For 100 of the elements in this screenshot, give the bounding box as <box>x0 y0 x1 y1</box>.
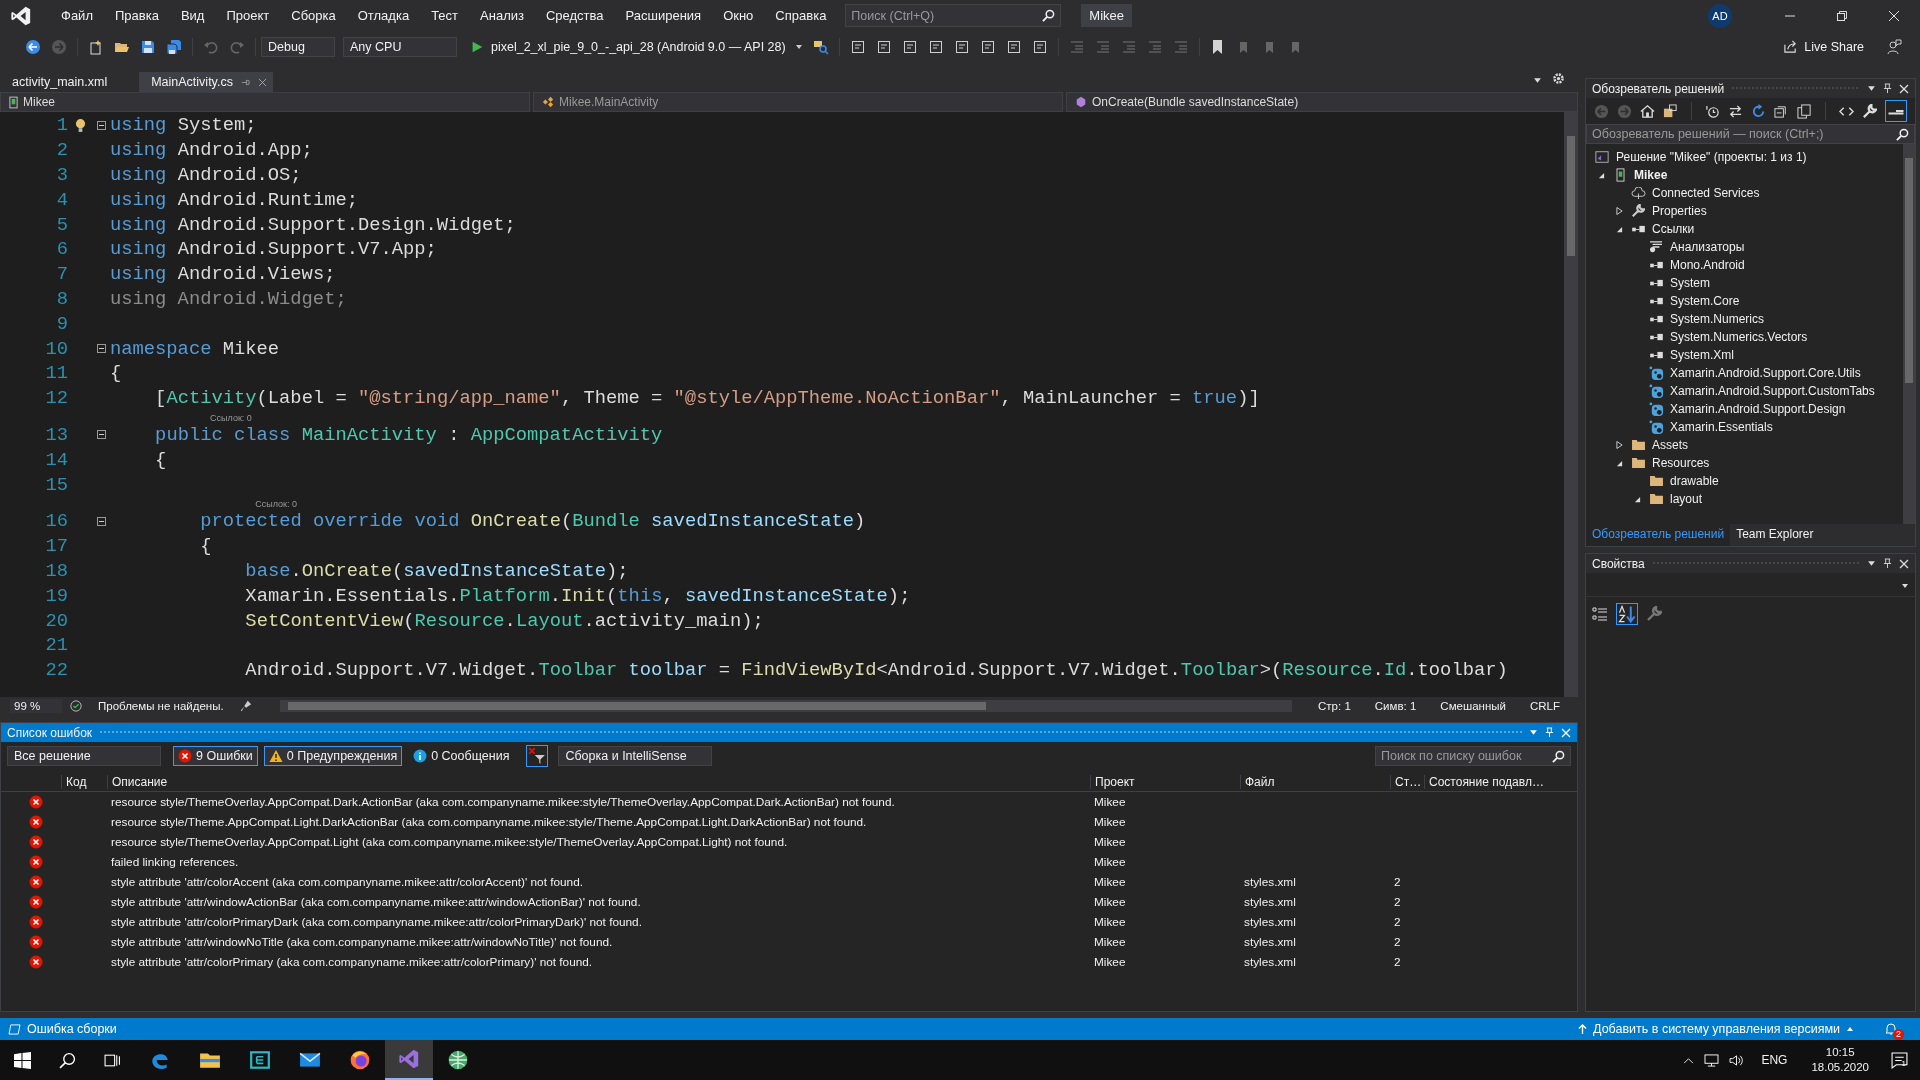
tree-item[interactable]: Xamarin.Android.Support.Design <box>1670 402 1846 416</box>
language-indicator[interactable]: ENG <box>1761 1053 1788 1067</box>
tree-item[interactable]: Connected Services <box>1652 186 1760 200</box>
panel-tab[interactable]: Обозреватель решений <box>1586 524 1731 546</box>
menu-item[interactable]: Вид <box>169 8 216 23</box>
expanded-arrow-icon[interactable] <box>1597 171 1605 179</box>
menu-item[interactable]: Средства <box>534 8 615 23</box>
collapse-icon[interactable] <box>96 344 106 354</box>
windows-start-icon[interactable] <box>14 1051 31 1069</box>
search-field[interactable]: Поиск (Ctrl+Q) <box>845 4 1062 27</box>
column-header[interactable]: Описание <box>107 774 1090 789</box>
tree-item[interactable]: Mikee <box>1634 168 1668 182</box>
clock[interactable]: 10:15 18.05.2020 <box>1811 1045 1869 1075</box>
menu-item[interactable]: Тест <box>420 8 470 23</box>
refresh-icon[interactable] <box>1751 103 1766 119</box>
save-icon[interactable] <box>140 38 156 55</box>
filter-toggle[interactable]: 0 Сообщения <box>408 746 515 766</box>
collapse-icon[interactable] <box>96 430 106 440</box>
history-icon[interactable] <box>1705 103 1720 119</box>
tree-item[interactable]: Ссылки <box>1652 222 1695 236</box>
document-tab[interactable]: activity_main.xml <box>0 72 120 92</box>
scrollbar[interactable] <box>1903 144 1915 524</box>
menu-item[interactable]: Проект <box>215 8 281 23</box>
toolbar-icon[interactable] <box>1005 38 1022 55</box>
member-dropdown[interactable]: OnCreate(Bundle savedInstanceState) <box>1066 92 1578 112</box>
notification-center-button[interactable]: 1 <box>1891 1051 1908 1069</box>
tree-item[interactable]: Анализаторы <box>1670 240 1745 254</box>
column-header[interactable]: Проект <box>1090 774 1240 789</box>
home-icon[interactable] <box>1640 103 1655 119</box>
collapse-all-icon[interactable] <box>1774 103 1789 119</box>
menu-item[interactable]: Правка <box>103 8 170 23</box>
taskbar-app-button[interactable] <box>385 1040 433 1080</box>
tree-item[interactable]: System.Core <box>1670 294 1740 308</box>
user-avatar[interactable]: AD <box>1708 3 1732 28</box>
caret-up-icon[interactable] <box>1846 1025 1854 1033</box>
play-icon[interactable] <box>470 39 484 54</box>
brush-icon[interactable] <box>239 700 252 712</box>
tree-item[interactable]: Xamarin.Android.Support.CustomTabs <box>1670 384 1875 398</box>
sync-icon[interactable] <box>1728 103 1743 119</box>
dropdown-caret-icon[interactable] <box>1529 728 1538 737</box>
menu-item[interactable]: Справка <box>764 8 838 23</box>
menu-item[interactable]: Файл <box>50 8 104 23</box>
toolbar-icon[interactable] <box>953 38 970 55</box>
restore-icon[interactable] <box>1836 9 1848 22</box>
project-dropdown[interactable]: Mikee <box>0 92 530 112</box>
zoom-dropdown[interactable]: 99 % <box>10 699 62 713</box>
tree-item[interactable]: Properties <box>1652 204 1707 218</box>
new-project-icon[interactable] <box>88 38 104 55</box>
expanded-arrow-icon[interactable] <box>1633 495 1641 503</box>
tree-item[interactable]: Xamarin.Android.Support.Core.Utils <box>1670 366 1861 380</box>
switch-views-icon[interactable] <box>1663 103 1678 119</box>
codelens-reference-count[interactable]: Ссылок: 0 <box>255 498 297 509</box>
search-field[interactable]: Поиск по списку ошибок <box>1375 746 1571 766</box>
settings-icon[interactable] <box>1552 72 1565 85</box>
toolbar-icon[interactable] <box>849 38 866 55</box>
type-dropdown[interactable]: Mikee.MainActivity <box>533 92 1063 112</box>
tree-item[interactable]: layout <box>1670 492 1703 506</box>
lightbulb-icon[interactable] <box>74 117 86 133</box>
configuration-dropdown[interactable]: Debug <box>261 36 335 57</box>
tree-item[interactable]: System.Numerics.Vectors <box>1670 330 1808 344</box>
categorized-icon[interactable] <box>1592 606 1608 622</box>
tree-item[interactable]: System.Numerics <box>1670 312 1764 326</box>
scope-dropdown[interactable]: Все решение <box>7 746 161 766</box>
back-icon[interactable] <box>25 38 41 55</box>
browser-icon[interactable] <box>349 1049 371 1071</box>
search-field[interactable]: Обозреватель решений — поиск (Ctrl+;) <box>1586 124 1915 144</box>
dropdown-caret-icon[interactable] <box>1867 559 1876 568</box>
expanded-arrow-icon[interactable] <box>1615 225 1623 233</box>
tree-item[interactable]: Resources <box>1652 456 1710 470</box>
save-all-icon[interactable] <box>166 38 182 55</box>
globe-icon[interactable] <box>447 1049 469 1071</box>
tree-item[interactable]: System <box>1670 276 1710 290</box>
collapsed-arrow-icon[interactable] <box>1615 440 1623 450</box>
collapse-icon[interactable] <box>96 516 106 526</box>
platform-dropdown[interactable]: Any CPU <box>343 36 457 57</box>
feedback-icon[interactable] <box>1886 38 1902 55</box>
menu-item[interactable]: Расширения <box>614 8 713 23</box>
filter-toggle[interactable]: 0 Предупреждения <box>263 746 403 766</box>
filter-toggle[interactable]: 9 Ошибки <box>173 746 258 766</box>
chevron-up-icon[interactable] <box>1683 1056 1695 1064</box>
column-header[interactable]: Код <box>61 774 107 789</box>
dropdown-caret-icon[interactable] <box>1533 76 1542 85</box>
codelens-reference-count[interactable]: Ссылок: 0 <box>210 412 252 423</box>
menu-item[interactable]: Окно <box>712 8 765 23</box>
issues-status[interactable]: Проблемы не найдены. <box>98 700 224 712</box>
column-header[interactable]: Файл <box>1240 774 1390 789</box>
column-header[interactable]: Состояние подавл… <box>1424 774 1544 789</box>
source-dropdown[interactable]: Сборка и IntelliSense <box>558 746 713 766</box>
filter-icon[interactable] <box>526 745 549 767</box>
scrollbar[interactable] <box>1564 112 1578 697</box>
toolbar-icon[interactable] <box>927 38 944 55</box>
toolbar-icon[interactable] <box>979 38 996 55</box>
scrollbar[interactable] <box>279 700 1293 712</box>
search-icon[interactable] <box>59 1051 76 1069</box>
line-endings-indicator[interactable]: CRLF <box>1529 700 1560 712</box>
expanded-arrow-icon[interactable] <box>1615 459 1623 467</box>
menu-item[interactable]: Анализ <box>469 8 535 23</box>
volume-icon[interactable] <box>1729 1053 1745 1067</box>
dropdown-caret-icon[interactable] <box>1867 84 1876 93</box>
menu-item[interactable]: Сборка <box>280 8 347 23</box>
